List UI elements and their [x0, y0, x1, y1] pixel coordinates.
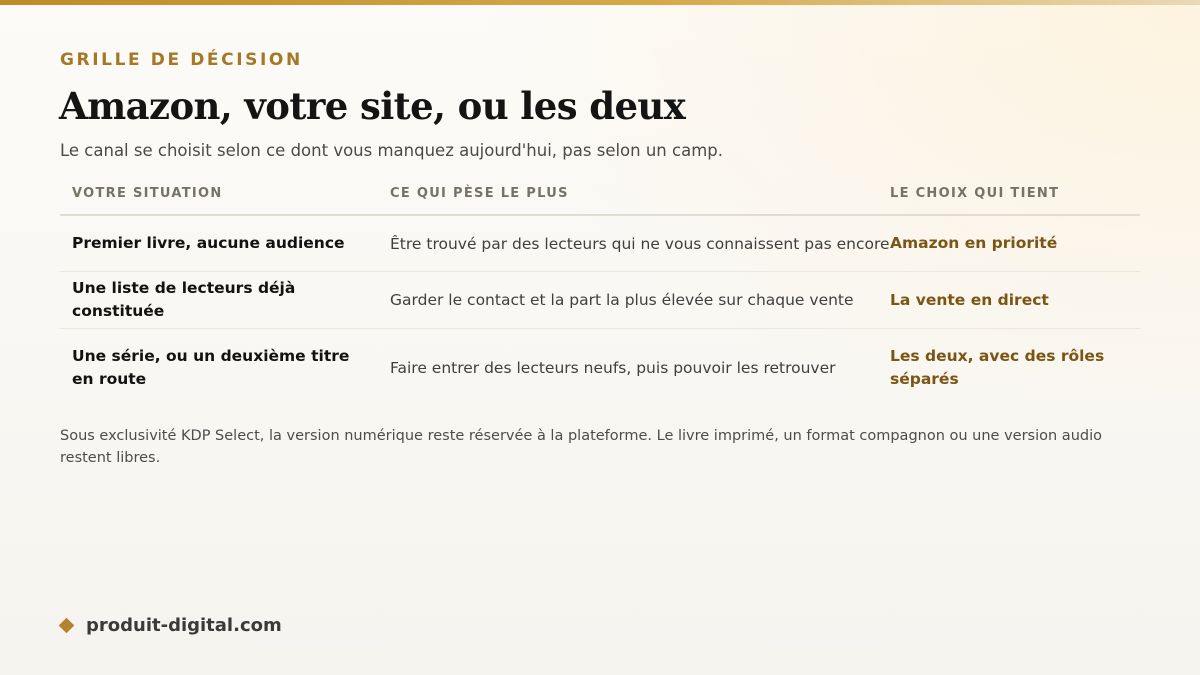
brand-footer: produit-digital.com: [58, 615, 282, 636]
top-accent-bar: [0, 0, 1200, 5]
eyebrow-label: GRILLE DE DÉCISION: [60, 50, 303, 70]
brand-name: produit-digital.com: [86, 615, 282, 636]
page-title: Amazon, votre site, ou les deux: [59, 84, 686, 128]
diamond-icon: [58, 617, 75, 634]
row-choice: Les deux, avec des rôles séparés: [890, 347, 1105, 388]
table-row: Une liste de lecteurs déjà constituée Ga…: [60, 272, 1140, 329]
row-weight: Garder le contact et la part la plus éle…: [390, 291, 854, 309]
decision-table: VOTRE SITUATION CE QUI PÈSE LE PLUS LE C…: [60, 176, 1140, 407]
row-situation: Une liste de lecteurs déjà constituée: [72, 279, 296, 320]
row-choice: La vente en direct: [890, 290, 1049, 309]
row-weight: Faire entrer des lecteurs neufs, puis po…: [390, 359, 836, 377]
row-situation: Une série, ou un deuxième titre en route: [72, 347, 350, 388]
row-choice: Amazon en priorité: [890, 234, 1058, 252]
row-weight: Être trouvé par des lecteurs qui ne vous…: [390, 234, 890, 253]
table-header: VOTRE SITUATION CE QUI PÈSE LE PLUS LE C…: [60, 176, 1140, 216]
header-choice: LE CHOIX QUI TIENT: [890, 186, 1060, 201]
table-row: Une série, ou un deuxième titre en route…: [60, 329, 1140, 407]
header-weight: CE QUI PÈSE LE PLUS: [390, 186, 569, 201]
header-situation: VOTRE SITUATION: [72, 186, 223, 201]
table-row: Premier livre, aucune audience Être trou…: [60, 216, 1140, 272]
page-subtitle: Le canal se choisit selon ce dont vous m…: [60, 141, 723, 160]
row-situation: Premier livre, aucune audience: [72, 234, 345, 252]
footnote: Sous exclusivité KDP Select, la version …: [60, 428, 1102, 466]
